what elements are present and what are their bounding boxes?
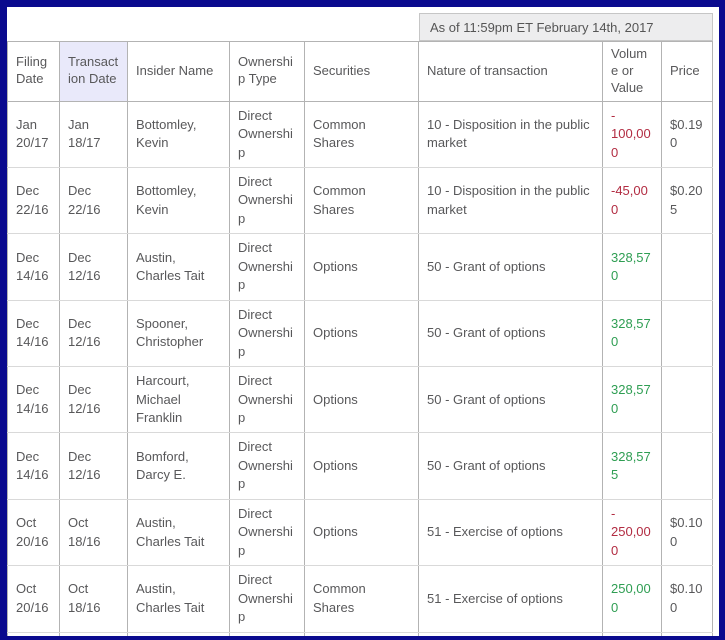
cell-nature-of-transaction: 10 - Disposition in the public market [419, 168, 603, 234]
cell-nature-of-transaction: 50 - Grant of options [419, 300, 603, 366]
col-header-nature[interactable]: Nature of transaction [419, 42, 603, 102]
cell-insider-name: Harcourt, Michael Franklin [128, 367, 230, 433]
insider-filings-widget: As of 11:59pm ET February 14th, 2017 Fil… [0, 0, 725, 640]
cell-nature-of-transaction: 50 - Grant of options [419, 367, 603, 433]
cell-nature-of-transaction: 50 - Grant of options [419, 433, 603, 499]
cell-securities: Common Shares [305, 101, 419, 167]
cell-volume-or-value: -20,000 [603, 632, 662, 640]
cell-ownership-type: Direct Ownership [230, 632, 305, 640]
cell-volume-or-value: -45,000 [603, 168, 662, 234]
cell-transaction-date: Sep 15/16 [60, 632, 128, 640]
cell-price [662, 433, 713, 499]
cell-ownership-type: Direct Ownership [230, 168, 305, 234]
cell-filing-date: Dec 22/16 [8, 168, 60, 234]
table-row: Oct 20/16 Oct 18/16 Austin, Charles Tait… [8, 499, 713, 565]
cell-insider-name: Austin, Charles Tait [128, 234, 230, 300]
cell-filing-date: Dec 14/16 [8, 433, 60, 499]
table-row: Dec 14/16 Dec 12/16 Harcourt, Michael Fr… [8, 367, 713, 433]
col-header-insider-name[interactable]: Insider Name [128, 42, 230, 102]
cell-transaction-date: Dec 12/16 [60, 367, 128, 433]
cell-price [662, 234, 713, 300]
col-header-ownership-type[interactable]: Ownership Type [230, 42, 305, 102]
cell-filing-date: Dec 14/16 [8, 300, 60, 366]
table-row: Jan 20/17 Jan 18/17 Bottomley, Kevin Dir… [8, 101, 713, 167]
cell-transaction-date: Dec 12/16 [60, 234, 128, 300]
cell-filing-date: Dec 14/16 [8, 367, 60, 433]
cell-ownership-type: Direct Ownership [230, 499, 305, 565]
cell-price: $0.100 [662, 566, 713, 632]
cell-nature-of-transaction: 51 - Exercise of options [419, 499, 603, 565]
col-header-volume-or-value[interactable]: Volume or Value [603, 42, 662, 102]
cell-securities: Options [305, 234, 419, 300]
cell-insider-name: Bomford, Darcy E. [128, 433, 230, 499]
cell-transaction-date: Oct 18/16 [60, 566, 128, 632]
cell-volume-or-value: 328,575 [603, 433, 662, 499]
cell-filing-date: Jan 20/17 [8, 101, 60, 167]
cell-nature-of-transaction: 51 - Exercise of options [419, 566, 603, 632]
table-row: Dec 22/16 Dec 22/16 Bottomley, Kevin Dir… [8, 168, 713, 234]
cell-securities: Common Shares [305, 566, 419, 632]
cell-volume-or-value: 250,000 [603, 566, 662, 632]
cell-price [662, 300, 713, 366]
table-row: Dec 14/16 Dec 12/16 Bomford, Darcy E. Di… [8, 433, 713, 499]
cell-filing-date: Dec 14/16 [8, 234, 60, 300]
cell-insider-name: Bottomley, Kevin [128, 168, 230, 234]
cell-securities: Options [305, 433, 419, 499]
cell-price: $0.100 [662, 499, 713, 565]
cell-insider-name: Spooner, Christopher [128, 300, 230, 366]
cell-transaction-date: Dec 12/16 [60, 433, 128, 499]
insider-filings-table: Filing Date Transaction Date Insider Nam… [7, 41, 713, 640]
cell-filing-date: Dec 14/16 [8, 632, 60, 640]
cell-securities: Options [305, 367, 419, 433]
table-row: Dec 14/16 Dec 12/16 Spooner, Christopher… [8, 300, 713, 366]
cell-volume-or-value: - 100,000 [603, 101, 662, 167]
cell-price: $0.175 [662, 632, 713, 640]
cell-ownership-type: Direct Ownership [230, 433, 305, 499]
cell-transaction-date: Oct 18/16 [60, 499, 128, 565]
cell-ownership-type: Direct Ownership [230, 367, 305, 433]
cell-nature-of-transaction: 50 - Grant of options [419, 234, 603, 300]
cell-filing-date: Oct 20/16 [8, 499, 60, 565]
cell-volume-or-value: - 250,000 [603, 499, 662, 565]
cell-securities: Common Shares [305, 632, 419, 640]
cell-volume-or-value: 328,570 [603, 234, 662, 300]
cell-price [662, 367, 713, 433]
cell-securities: Options [305, 300, 419, 366]
table-row: Dec 14/16 Dec 12/16 Austin, Charles Tait… [8, 234, 713, 300]
col-header-filing-date[interactable]: Filing Date [8, 42, 60, 102]
cell-nature-of-transaction: 10 - Disposition in the public market [419, 632, 603, 640]
cell-transaction-date: Dec 12/16 [60, 300, 128, 366]
table-row: Oct 20/16 Oct 18/16 Austin, Charles Tait… [8, 566, 713, 632]
cell-ownership-type: Direct Ownership [230, 566, 305, 632]
as-of-label: As of 11:59pm ET February 14th, 2017 [419, 13, 713, 41]
cell-filing-date: Oct 20/16 [8, 566, 60, 632]
cell-ownership-type: Direct Ownership [230, 234, 305, 300]
col-header-transaction-date[interactable]: Transaction Date [60, 42, 128, 102]
cell-nature-of-transaction: 10 - Disposition in the public market [419, 101, 603, 167]
table-row: Dec 14/16 Sep 15/16 Bottomley, Kevin Dir… [8, 632, 713, 640]
cell-ownership-type: Direct Ownership [230, 101, 305, 167]
col-header-price[interactable]: Price [662, 42, 713, 102]
cell-ownership-type: Direct Ownership [230, 300, 305, 366]
cell-transaction-date: Jan 18/17 [60, 101, 128, 167]
cell-securities: Common Shares [305, 168, 419, 234]
cell-insider-name: Austin, Charles Tait [128, 566, 230, 632]
cell-volume-or-value: 328,570 [603, 300, 662, 366]
cell-insider-name: Bottomley, Kevin [128, 632, 230, 640]
table-header-row: Filing Date Transaction Date Insider Nam… [8, 42, 713, 102]
cell-securities: Options [305, 499, 419, 565]
cell-transaction-date: Dec 22/16 [60, 168, 128, 234]
cell-price: $0.205 [662, 168, 713, 234]
cell-insider-name: Bottomley, Kevin [128, 101, 230, 167]
col-header-securities[interactable]: Securities [305, 42, 419, 102]
cell-price: $0.190 [662, 101, 713, 167]
cell-insider-name: Austin, Charles Tait [128, 499, 230, 565]
cell-volume-or-value: 328,570 [603, 367, 662, 433]
